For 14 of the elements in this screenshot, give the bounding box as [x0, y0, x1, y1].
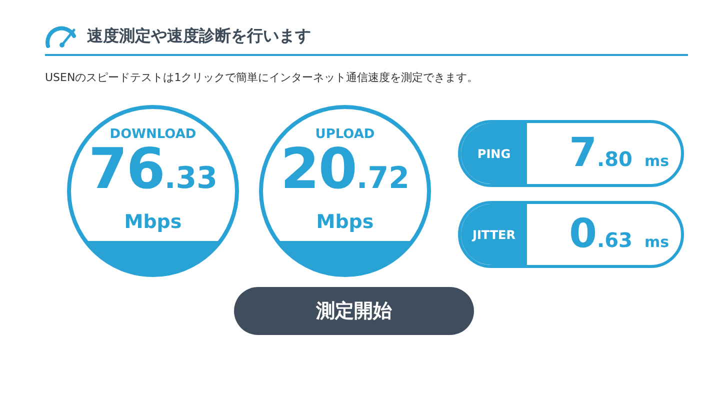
speed-value: 20.72	[280, 143, 410, 204]
section-title: 速度測定や速度診断を行います	[87, 26, 311, 46]
metric-value: 0.63 ms	[568, 210, 670, 259]
unit-label: Mbps	[316, 210, 374, 234]
gauge-label: DOWNLOAD	[110, 127, 196, 143]
unit-label: Mbps	[124, 210, 182, 234]
gauge-label: UPLOAD	[315, 127, 375, 143]
speed-value: 76.33	[88, 143, 218, 204]
metric-label: PING	[461, 123, 527, 184]
start-button[interactable]: 測定開始	[234, 287, 474, 335]
description-text: USENのスピードテストは1クリックで簡単にインターネット通信速度を測定できます。	[45, 70, 480, 85]
speedometer-icon	[45, 24, 79, 48]
metric-label: JITTER	[461, 204, 527, 265]
metric-value: 7.80 ms	[568, 129, 670, 178]
